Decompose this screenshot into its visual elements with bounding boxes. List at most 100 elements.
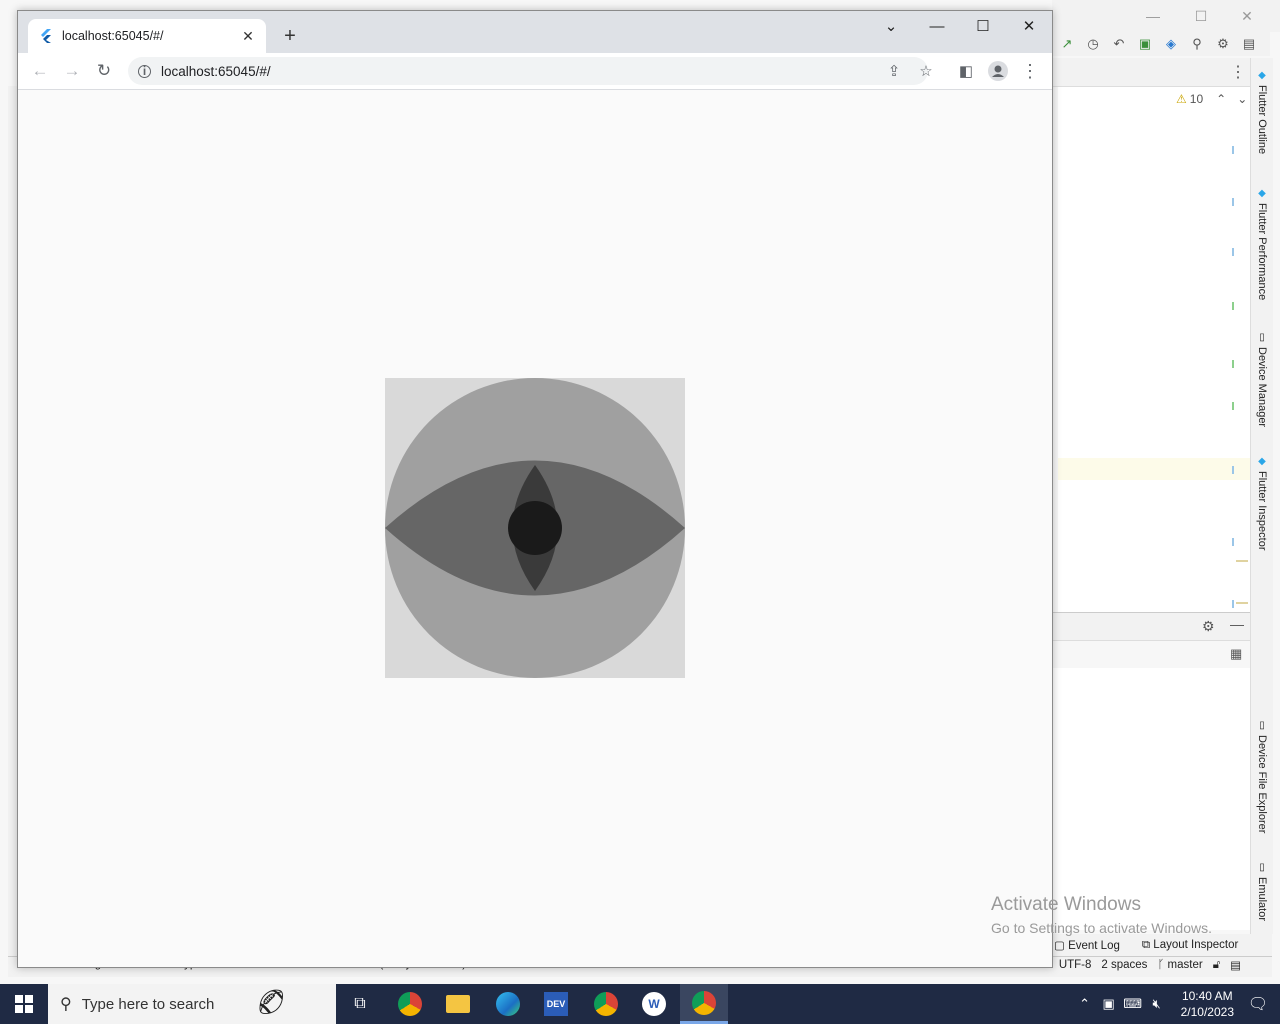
ide-minimize-button[interactable]: — — [1130, 0, 1176, 32]
git-branch[interactable]: ᚴ master — [1157, 959, 1202, 971]
warnings-count: 10 — [1189, 92, 1204, 106]
branch-label: master — [1167, 959, 1203, 971]
taskbar-chrome-profile[interactable] — [582, 984, 630, 1024]
dev-icon: DEV — [544, 992, 568, 1016]
event-log-button[interactable]: ▢ Event Log — [1054, 938, 1120, 952]
browser-window-controls: ⌄ — ☐ ✕ — [868, 11, 1052, 41]
tab-device-manager[interactable]: ▯ Device Manager — [1251, 332, 1273, 427]
search-icon[interactable]: ⚲ — [1186, 33, 1208, 55]
volume-muted-icon[interactable]: 🔇︎ — [1145, 996, 1169, 1012]
lock-icon[interactable]: 🔓︎ — [1213, 959, 1220, 972]
layout-inspector-label: Layout Inspector — [1153, 938, 1239, 951]
bottom-panel-content — [1052, 668, 1250, 930]
sdk-manager-icon[interactable]: ◈ — [1160, 33, 1182, 55]
panel-hide-icon[interactable]: — — [1230, 616, 1244, 632]
emulator-icon: ▯ — [1256, 862, 1268, 873]
history-icon[interactable]: ◷ — [1082, 33, 1104, 55]
branch-icon: ᚴ — [1157, 959, 1165, 971]
tab-label: Flutter Performance — [1256, 203, 1268, 301]
undo-icon[interactable]: ↶ — [1108, 33, 1130, 55]
watermark-title: Activate Windows — [991, 894, 1141, 915]
event-log-label: Event Log — [1068, 940, 1120, 952]
chevron-up-icon[interactable]: ⌃ — [1073, 996, 1097, 1012]
profile-avatar-icon[interactable] — [986, 59, 1010, 83]
search-placeholder: Type here to search — [81, 995, 215, 1013]
tab-label: Emulator — [1256, 877, 1268, 922]
tab-label: Flutter Inspector — [1256, 471, 1268, 551]
ide-editor[interactable] — [1058, 86, 1250, 613]
start-button[interactable] — [0, 984, 48, 1024]
tab-emulator[interactable]: ▯ Emulator — [1251, 862, 1273, 921]
taskbar-writer[interactable]: W — [630, 984, 678, 1024]
browser-minimize-button[interactable]: — — [914, 11, 960, 41]
back-arrow-icon[interactable]: ← — [28, 59, 52, 83]
file-encoding[interactable]: UTF-8 — [1059, 959, 1092, 971]
ide-maximize-button[interactable]: ☐ — [1178, 0, 1224, 32]
device-icon: ▯ — [1256, 332, 1268, 343]
side-panel-icon[interactable]: ◧ — [954, 59, 978, 83]
windows-taskbar: ⚲ Type here to search 🏈︎ ⧉ DEV W ⌃ ▣ ⌨ 🔇… — [0, 984, 1280, 1024]
forward-arrow-icon[interactable]: → — [60, 59, 84, 83]
site-info-icon[interactable]: i — [138, 64, 151, 78]
watermark-subtitle: Go to Settings to activate Windows. — [991, 920, 1212, 936]
chevron-down-icon[interactable]: ⌄ — [1237, 92, 1247, 106]
taskbar-edge[interactable] — [484, 984, 532, 1024]
device-icon[interactable]: ▣ — [1134, 33, 1156, 55]
browser-close-button[interactable]: ✕ — [1006, 11, 1052, 41]
clock-date: 2/10/2023 — [1180, 1005, 1234, 1019]
task-view-button[interactable]: ⧉ — [336, 984, 384, 1024]
warnings-indicator[interactable]: ⚠ 10 ⌃ ⌄ — [1176, 92, 1247, 106]
tab-flutter-performance[interactable]: ◆ Flutter Performance — [1251, 188, 1273, 300]
tab-strip: localhost:65045/#/ ✕ + ⌄ — ☐ ✕ — [18, 11, 1052, 53]
taskbar-dev-app[interactable]: DEV — [532, 984, 580, 1024]
taskbar-search-box[interactable]: ⚲ Type here to search 🏈︎ — [48, 984, 336, 1024]
settings-icon[interactable]: ⚙ — [1212, 33, 1234, 55]
layout-inspector-button[interactable]: ⧉ Layout Inspector — [1142, 939, 1238, 952]
flutter-icon: ◆ — [1256, 456, 1268, 467]
layout-icon[interactable]: ▦ — [1230, 646, 1242, 662]
share-icon[interactable]: ⇪ — [882, 59, 906, 83]
flutter-icon: ◆ — [1256, 70, 1268, 81]
notification-icon[interactable]: 🗨︎ — [1246, 994, 1270, 1014]
clock[interactable]: 10:40 AM 2/10/2023 — [1181, 988, 1234, 1020]
browser-tab[interactable]: localhost:65045/#/ ✕ — [28, 19, 266, 53]
meet-now-icon[interactable]: ▣ — [1097, 996, 1121, 1012]
profile-icon[interactable]: ▤ — [1238, 33, 1260, 55]
page-viewport — [18, 90, 1052, 967]
browser-menu-icon[interactable]: ⋮ — [1018, 59, 1042, 83]
notifications-icon[interactable]: ▤ — [1230, 958, 1241, 972]
chrome-icon — [692, 990, 716, 1015]
edge-icon — [496, 992, 520, 1016]
chrome-icon — [398, 992, 422, 1016]
ide-titlebar: — ☐ ✕ — [1052, 0, 1280, 32]
address-bar[interactable]: i localhost:65045/#/ — [128, 57, 928, 85]
new-tab-button[interactable]: + — [276, 25, 304, 49]
tab-device-file-explorer[interactable]: ▯ Device File Explorer — [1251, 720, 1273, 833]
panel-settings-icon[interactable]: ⚙ — [1202, 618, 1215, 635]
system-tray: ⌃ ▣ ⌨ 🔇︎ 10:40 AM 2/10/2023 🗨︎ — [1073, 984, 1280, 1024]
taskbar-file-explorer[interactable] — [434, 984, 482, 1024]
close-tab-icon[interactable]: ✕ — [236, 28, 260, 45]
tab-flutter-inspector[interactable]: ◆ Flutter Inspector — [1251, 456, 1273, 550]
ide-close-button[interactable]: ✕ — [1224, 0, 1270, 32]
gutter-marker — [1232, 198, 1234, 206]
chrome-profile-icon — [594, 992, 618, 1016]
more-menu-icon[interactable]: ⋮ — [1230, 62, 1246, 82]
scrollbar-marks — [1236, 560, 1248, 604]
tab-label: Device Manager — [1256, 347, 1268, 428]
chevron-up-icon[interactable]: ⌃ — [1216, 92, 1226, 106]
taskbar-chrome-active[interactable] — [680, 984, 728, 1024]
flutter-icon: ◆ — [1256, 188, 1268, 199]
tab-flutter-outline[interactable]: ◆ Flutter Outline — [1251, 70, 1273, 154]
browser-maximize-button[interactable]: ☐ — [960, 11, 1006, 41]
network-icon[interactable]: ⌨ — [1121, 996, 1145, 1012]
indent-setting[interactable]: 2 spaces — [1101, 959, 1147, 971]
reload-icon[interactable]: ↻ — [92, 59, 116, 83]
eye-graphic — [385, 378, 685, 678]
gutter-marker — [1232, 302, 1234, 310]
taskbar-chrome[interactable] — [386, 984, 434, 1024]
tab-search-chevron-icon[interactable]: ⌄ — [868, 11, 914, 41]
run-arrow-icon[interactable]: ↗ — [1056, 33, 1078, 55]
gutter-marker — [1232, 538, 1234, 546]
bookmark-star-icon[interactable]: ☆ — [914, 59, 938, 83]
